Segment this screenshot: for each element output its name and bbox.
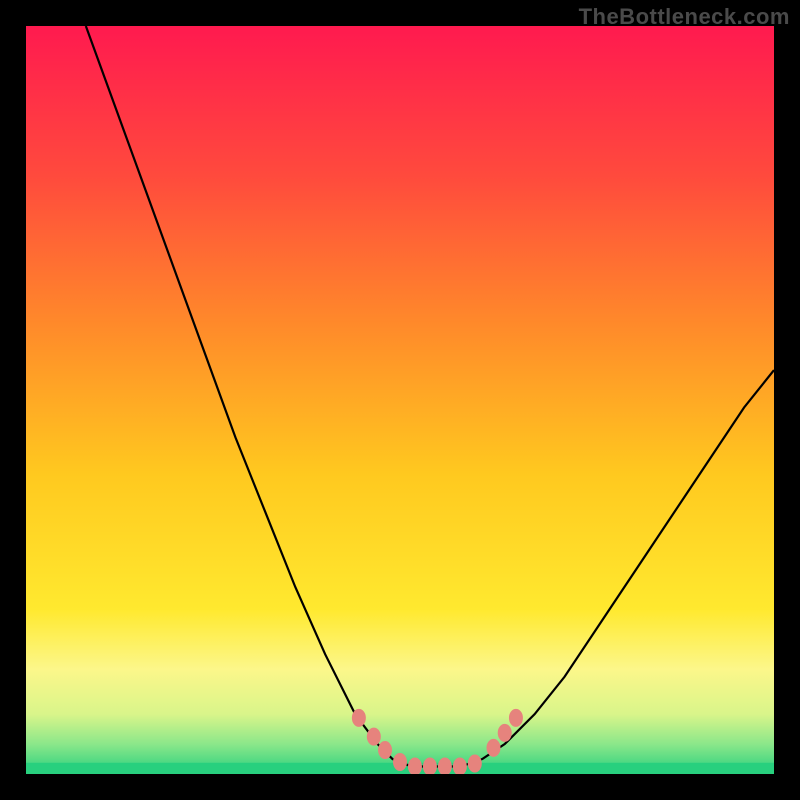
- marker-dot: [509, 709, 523, 727]
- app-frame: TheBottleneck.com: [0, 0, 800, 800]
- chart-svg: [26, 26, 774, 774]
- marker-dot: [378, 741, 392, 759]
- marker-dot: [393, 753, 407, 771]
- watermark-text: TheBottleneck.com: [579, 4, 790, 30]
- plot-area: [26, 26, 774, 774]
- chart-background: [26, 26, 774, 774]
- marker-dot: [352, 709, 366, 727]
- marker-dot: [498, 724, 512, 742]
- marker-dot: [487, 739, 501, 757]
- marker-dot: [468, 755, 482, 773]
- marker-dot: [367, 728, 381, 746]
